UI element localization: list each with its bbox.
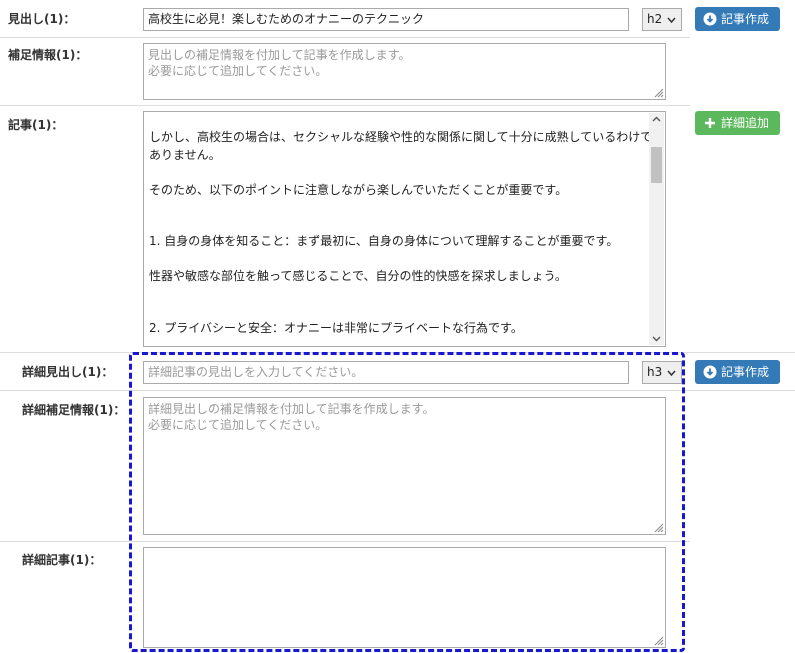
detail-heading-level-select[interactable]: h3 bbox=[642, 361, 682, 384]
divider bbox=[0, 390, 795, 391]
download-circle-icon bbox=[703, 365, 717, 379]
detail-heading-input[interactable]: 詳細記事の見出しを入力してください。 bbox=[143, 361, 629, 384]
detail-heading-label: 詳細見出し(1)： bbox=[22, 365, 114, 379]
heading-level-select[interactable]: h2 bbox=[642, 8, 682, 31]
article-line: そのため、以下のポイントに注意しながら楽しんでいただくことが重要です。 bbox=[149, 183, 568, 197]
detail-supplement-label: 詳細補足情報(1)： bbox=[22, 403, 126, 417]
heading-level-value: h2 bbox=[647, 12, 663, 26]
detail-supplement-placeholder-1: 詳細見出しの補足情報を付加して記事を作成します。 bbox=[148, 402, 435, 416]
create-detail-article-label: 記事作成 bbox=[721, 365, 770, 379]
detail-supplement-placeholder-2: 必要に応じて追加してください。 bbox=[148, 418, 328, 432]
create-detail-article-button[interactable]: 記事作成 bbox=[695, 360, 780, 384]
article-line: 2. プライバシーと安全：オナニーは非常にプライベートな行為です。 bbox=[149, 321, 523, 335]
article-textarea[interactable]: しかし、高校生の場合は、セクシャルな経験や性的な関係に関して十分に成熟しているわ… bbox=[143, 111, 666, 347]
divider bbox=[0, 37, 690, 38]
detail-heading-placeholder: 詳細記事の見出しを入力してください。 bbox=[148, 365, 364, 379]
create-article-label: 記事作成 bbox=[721, 12, 770, 26]
heading-label: 見出し(1)： bbox=[8, 12, 76, 26]
supplement-label: 補足情報(1)： bbox=[8, 48, 88, 62]
add-detail-button[interactable]: 詳細追加 bbox=[695, 111, 780, 135]
create-article-button[interactable]: 記事作成 bbox=[695, 7, 780, 31]
article-label: 記事(1)： bbox=[8, 118, 64, 132]
article-line: ありません。 bbox=[149, 148, 221, 162]
divider bbox=[0, 352, 795, 353]
detail-heading-level-value: h3 bbox=[647, 365, 663, 379]
resize-grip-icon[interactable] bbox=[652, 634, 664, 646]
chevron-down-icon bbox=[667, 17, 676, 24]
scroll-up-icon[interactable] bbox=[652, 116, 661, 123]
supplement-placeholder-2: 必要に応じて追加してください。 bbox=[148, 64, 328, 78]
article-line: しかし、高校生の場合は、セクシャルな経験や性的な関係に関して十分に成熟しているわ… bbox=[149, 130, 665, 144]
supplement-placeholder-1: 見出しの補足情報を付加して記事を作成します。 bbox=[148, 48, 411, 62]
heading-input[interactable]: 高校生に必見！楽しむためのオナニーのテクニック bbox=[143, 8, 629, 31]
download-circle-icon bbox=[703, 12, 717, 26]
scroll-down-icon[interactable] bbox=[652, 335, 661, 342]
resize-grip-icon[interactable] bbox=[652, 521, 664, 533]
detail-article-label: 詳細記事(1)： bbox=[22, 553, 102, 567]
supplement-textarea[interactable]: 見出しの補足情報を付加して記事を作成します。 必要に応じて追加してください。 bbox=[143, 43, 666, 100]
article-line: 性器や敏感な部位を触って感じることで、自分の性的快感を探求しましょう。 bbox=[149, 269, 567, 283]
article-line: 1. 自身の身体を知ること：まず最初に、自身の身体について理解することが重要です… bbox=[149, 234, 619, 248]
article-scrollbar[interactable] bbox=[649, 113, 664, 345]
resize-grip-icon[interactable] bbox=[652, 86, 664, 98]
divider bbox=[0, 541, 690, 542]
chevron-down-icon bbox=[667, 370, 676, 377]
plus-icon bbox=[705, 118, 715, 128]
divider bbox=[0, 105, 690, 106]
add-detail-label: 詳細追加 bbox=[721, 116, 770, 130]
detail-article-textarea[interactable] bbox=[143, 547, 666, 648]
scrollbar-thumb[interactable] bbox=[651, 147, 662, 183]
detail-supplement-textarea[interactable]: 詳細見出しの補足情報を付加して記事を作成します。 必要に応じて追加してください。 bbox=[143, 397, 666, 535]
